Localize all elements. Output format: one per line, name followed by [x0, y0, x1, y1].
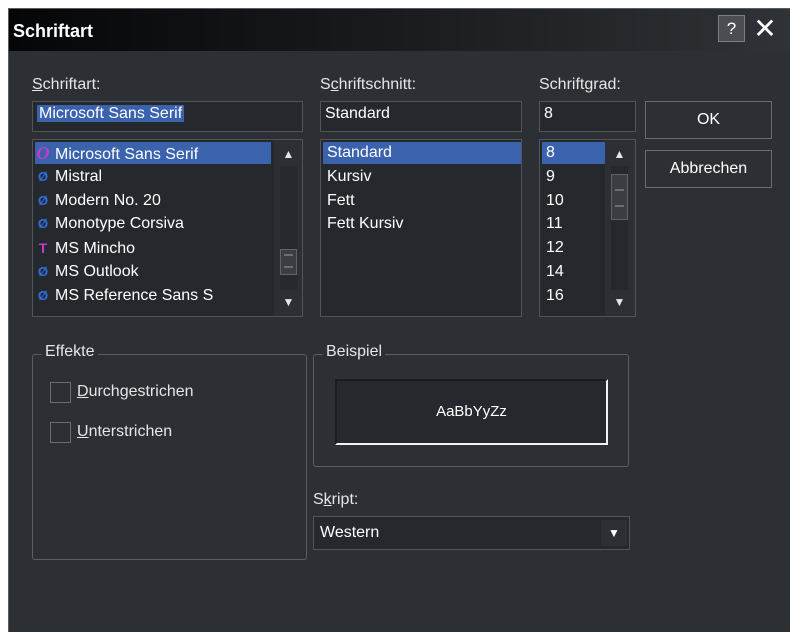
list-item[interactable]: Kursiv [323, 166, 521, 188]
title-bar[interactable]: Schriftart ? ✕ [9, 9, 790, 51]
font-size-input[interactable]: 8 [539, 101, 636, 132]
opentype-icon: Ø [37, 264, 49, 279]
font-style-list[interactable]: Fett Kursiv Fett Kursiv Standard [320, 139, 522, 317]
list-item[interactable]: Ø Monotype Corsiva [35, 213, 271, 235]
opentype-icon: Ø [37, 192, 49, 208]
underline-checkbox[interactable] [50, 422, 71, 443]
sample-title: Beispiel [323, 343, 386, 361]
effects-title: Effekte [42, 343, 98, 361]
opentype-icon: Ø [37, 216, 49, 232]
scroll-up-icon[interactable]: ▲ [275, 142, 302, 166]
list-item-label: Modern No. 20 [55, 191, 161, 209]
list-item-label: 11 [546, 215, 563, 233]
font-style-input[interactable]: Standard [320, 101, 522, 132]
list-item-label: Mistral [55, 167, 103, 185]
scroll-up-icon[interactable]: ▲ [606, 142, 633, 166]
list-item-label: Fett Kursiv [327, 215, 404, 233]
list-item-label: Fett [327, 191, 355, 209]
list-item-label: Microsoft Sans Serif [55, 146, 199, 163]
list-item[interactable]: O Microsoft Sans Serif [35, 142, 271, 164]
o-icon: O [36, 143, 50, 163]
list-item-label: Standard [327, 144, 392, 161]
script-select[interactable]: Western ▼ [313, 516, 630, 550]
ok-button[interactable]: OK [645, 101, 772, 139]
list-item[interactable]: 12 [542, 237, 606, 259]
list-item-label: 10 [546, 191, 564, 209]
style-label: Schriftschnitt: [320, 76, 417, 93]
font-name-value: Microsoft Sans Serif [37, 105, 185, 122]
size-list-scrollbar[interactable]: ▲ ▼ [605, 140, 635, 316]
script-value: Western [320, 524, 380, 541]
list-item[interactable]: Fett [323, 190, 521, 212]
scroll-down-icon[interactable]: ▼ [606, 290, 633, 314]
list-item-label: MS Outlook [55, 263, 139, 280]
list-item-label: 16 [546, 286, 564, 304]
list-item[interactable]: Fett Kursiv [323, 213, 521, 235]
list-item[interactable]: 8 [542, 142, 606, 164]
font-label: Schriftart: [32, 76, 101, 93]
underline-label[interactable]: Unterstrichen [77, 423, 172, 441]
list-item-label: Monotype Corsiva [55, 215, 184, 233]
list-item[interactable]: 16 [542, 285, 606, 307]
font-name-input[interactable]: Microsoft Sans Serif [32, 101, 303, 132]
opentype-icon: Ø [37, 287, 49, 303]
list-item-label: MS Reference Sans S [55, 286, 214, 304]
list-item[interactable]: Ø Modern No. 20 [35, 190, 271, 212]
list-item[interactable]: T MS Mincho [35, 237, 271, 259]
list-item[interactable]: Ø Mistral [35, 166, 271, 188]
opentype-icon: Ø [37, 168, 49, 184]
list-item[interactable]: 14 [542, 261, 606, 283]
font-list-scroll-thumb[interactable] [280, 249, 297, 276]
cancel-button[interactable]: Abbrechen [645, 150, 772, 188]
list-item-label: 8 [546, 144, 555, 161]
list-item-label: 12 [546, 239, 564, 257]
script-label: Skript: [313, 491, 359, 508]
list-item[interactable]: Standard [323, 142, 521, 164]
list-item-label: MS Mincho [55, 240, 136, 258]
font-size-list[interactable]: 16 14 12 11 10 9 8 ▲ ▼ [539, 139, 636, 317]
chevron-down-icon[interactable]: ▼ [601, 520, 627, 546]
list-item[interactable]: Ø MS Outlook [35, 261, 271, 283]
strikeout-checkbox[interactable] [50, 382, 71, 403]
help-button[interactable]: ? [718, 15, 745, 42]
list-item-label: 14 [546, 263, 564, 280]
list-item[interactable]: Ø MS Reference Sans S [35, 285, 271, 307]
sample-preview: AaBbYyZz [335, 379, 608, 445]
close-button[interactable]: ✕ [750, 15, 780, 43]
strikeout-label[interactable]: Durchgestrichen [77, 383, 194, 401]
size-label: Schriftgrad: [539, 76, 621, 93]
list-item[interactable]: 9 [542, 166, 606, 188]
list-item-label: 9 [546, 167, 555, 185]
size-list-scroll-thumb[interactable] [611, 173, 628, 220]
scroll-down-icon[interactable]: ▼ [275, 290, 302, 314]
truetype-icon: T [38, 240, 48, 257]
list-item[interactable]: 10 [542, 190, 606, 212]
window-title: Schriftart [13, 21, 94, 41]
font-list[interactable]: Ø MS Reference Sans S Ø MS Outlook T MS Minch… [32, 139, 303, 317]
font-list-scrollbar[interactable]: ▲ ▼ [274, 140, 302, 316]
list-item-label: Kursiv [327, 167, 372, 185]
font-dialog: Schriftart ? ✕ Schriftart: Microsoft San… [8, 8, 790, 632]
list-item[interactable]: 11 [542, 213, 606, 235]
